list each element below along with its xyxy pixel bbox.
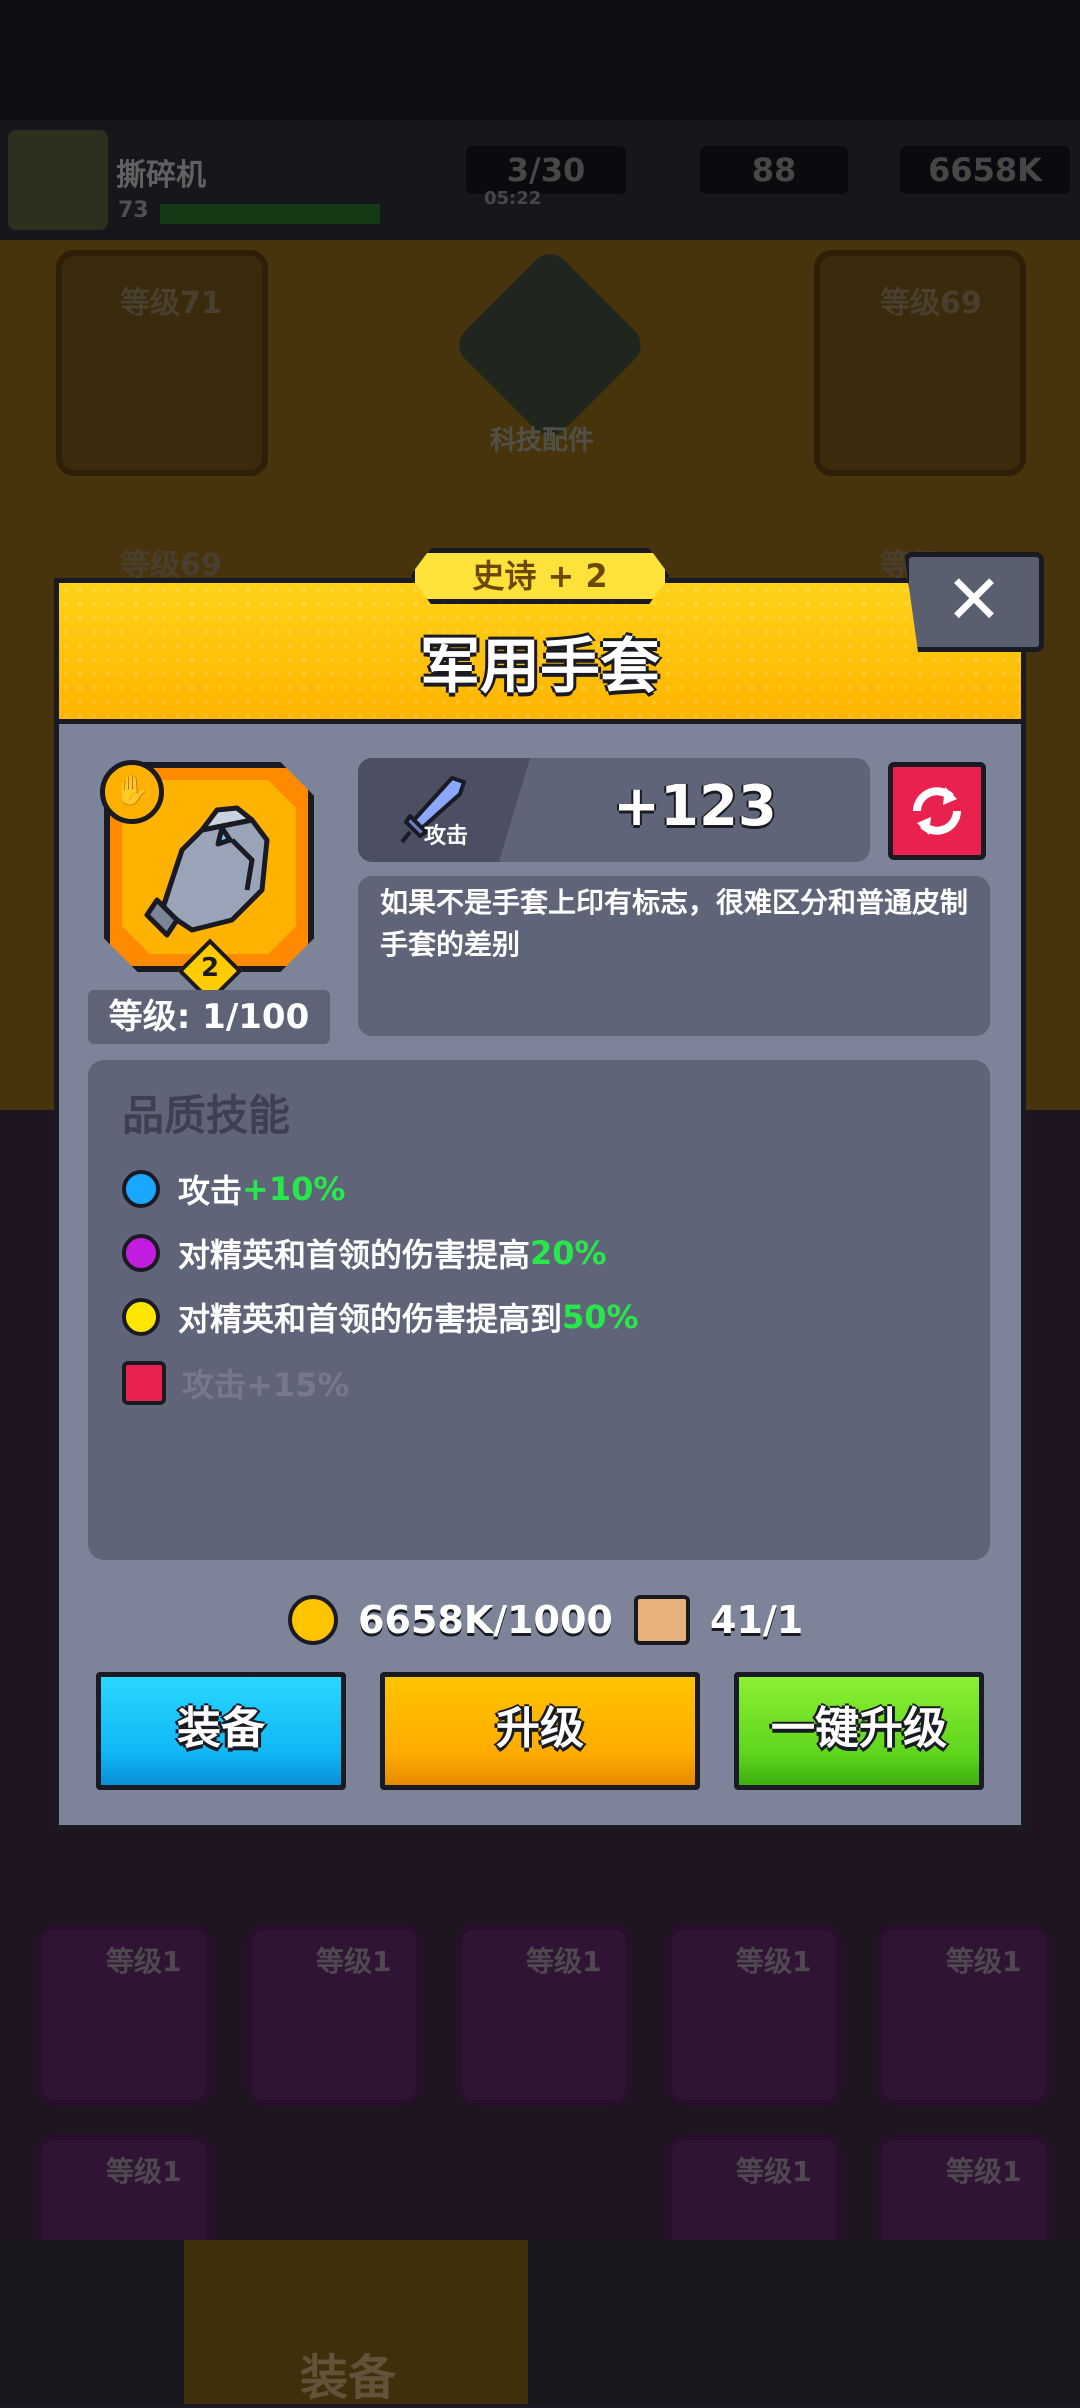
upgrade-button[interactable]: 升级 xyxy=(380,1672,700,1790)
skill-row: 对精英和首领的伤害提高 20% xyxy=(122,1228,607,1278)
purple-quality-icon xyxy=(122,1234,160,1272)
item-level: 等级: 1/100 xyxy=(88,990,330,1044)
skill-value: 50% xyxy=(562,1298,639,1336)
skill-value: +10% xyxy=(242,1170,346,1208)
skill-text: 攻击 xyxy=(178,1172,243,1210)
scroll-cost-value: 41/1 xyxy=(710,1598,804,1642)
close-button[interactable]: ✕ xyxy=(904,552,1044,652)
skill-value: 20% xyxy=(530,1234,607,1272)
skills-title: 品质技能 xyxy=(122,1091,291,1140)
reroll-button[interactable] xyxy=(888,762,986,860)
close-icon: ✕ xyxy=(945,561,1003,640)
stat-value: +123 xyxy=(613,774,777,839)
scroll-cost: 41/1 xyxy=(634,1592,803,1648)
skill-row: 攻击 +10% xyxy=(122,1164,345,1214)
hand-icon: ✋ xyxy=(113,773,151,808)
yellow-quality-icon xyxy=(122,1298,160,1336)
locked-skill-text: 攻击+15% xyxy=(182,1366,350,1404)
blue-quality-icon xyxy=(122,1170,160,1208)
slot-type-badge: ✋ xyxy=(100,760,164,824)
item-description: 如果不是手套上印有标志，很难区分和普通皮制手套的差别 xyxy=(380,886,969,961)
one-click-upgrade-button[interactable]: 一键升级 xyxy=(734,1672,984,1790)
skill-row: 对精英和首领的伤害提高到 50% xyxy=(122,1292,639,1342)
locked-skill-row: 攻击+15% xyxy=(122,1358,349,1408)
coin-icon xyxy=(288,1595,338,1645)
equip-button[interactable]: 装备 xyxy=(96,1672,346,1790)
lock-icon xyxy=(122,1361,166,1405)
item-title: 军用手套 xyxy=(420,632,660,702)
gold-cost-value: 6658K/1000 xyxy=(358,1598,613,1642)
refresh-icon xyxy=(913,787,961,835)
star-rank-value: 2 xyxy=(200,953,220,983)
skill-text: 对精英和首领的伤害提高到 xyxy=(178,1300,563,1338)
stat-label: 攻击 xyxy=(424,824,469,849)
rarity-tag: 史诗 + 2 xyxy=(410,548,670,604)
skill-text: 对精英和首领的伤害提高 xyxy=(178,1236,531,1274)
gold-cost: 6658K/1000 xyxy=(288,1592,613,1648)
glove-scroll-icon xyxy=(634,1595,690,1645)
